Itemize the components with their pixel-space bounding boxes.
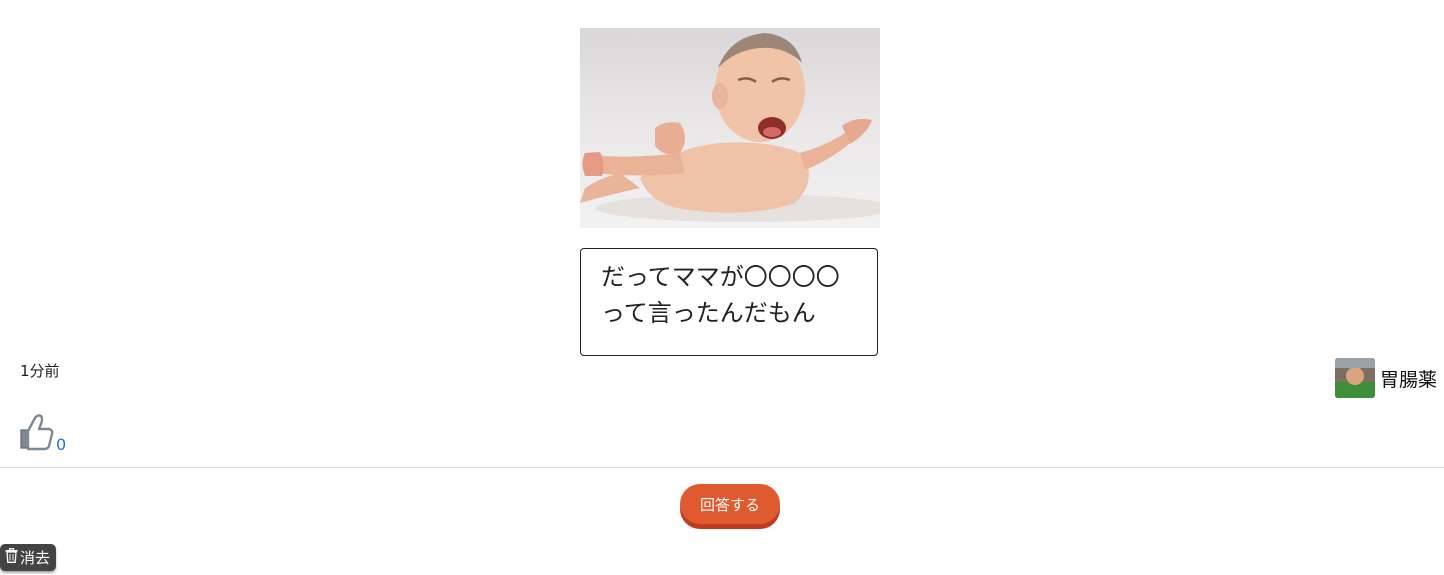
odai-image	[580, 28, 880, 228]
answer-line-1: だってママが〇〇〇〇	[601, 263, 840, 291]
trash-icon	[5, 547, 20, 567]
like-count: 0	[56, 435, 67, 454]
clear-button[interactable]: 消去	[0, 544, 57, 571]
clear-button-label: 消去	[20, 549, 51, 567]
thumbs-up-icon[interactable]	[18, 413, 54, 455]
avatar[interactable]	[1335, 358, 1375, 398]
page: だってママが〇〇〇〇 って言ったんだもん 1分前 胃腸薬 0 回答する 消去	[0, 0, 1444, 575]
like-button[interactable]: 0	[18, 413, 66, 455]
post-timestamp: 1分前	[20, 362, 60, 380]
author-link[interactable]: 胃腸薬	[1335, 358, 1437, 398]
divider	[0, 467, 1444, 468]
answer-line-2: って言ったんだもん	[601, 299, 816, 327]
author-name[interactable]: 胃腸薬	[1380, 365, 1437, 392]
answer-button[interactable]: 回答する	[680, 484, 780, 524]
answer-text-box: だってママが〇〇〇〇 って言ったんだもん	[580, 248, 878, 356]
